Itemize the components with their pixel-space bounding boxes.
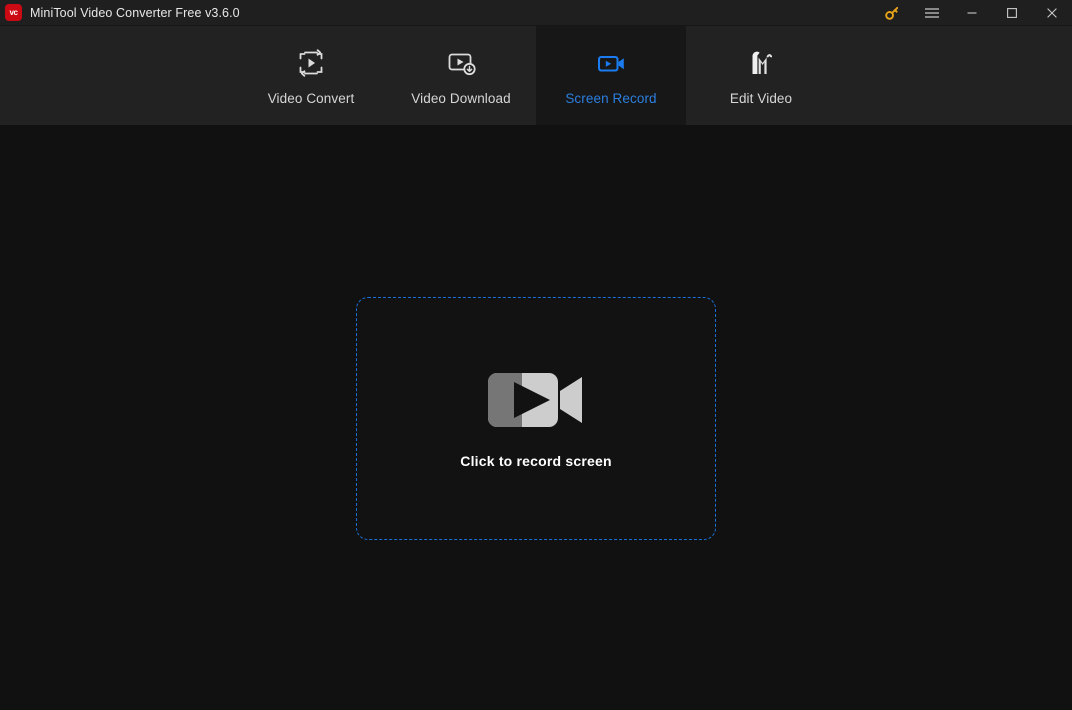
maximize-button[interactable] <box>992 0 1032 26</box>
window-title: MiniTool Video Converter Free v3.6.0 <box>30 6 240 20</box>
app-logo-icon: vc <box>5 4 22 21</box>
main-navigation-tabs: Video Convert Video Download Screen Reco… <box>0 26 1072 125</box>
video-camera-icon <box>486 369 586 431</box>
tab-video-convert[interactable]: Video Convert <box>236 26 386 125</box>
key-icon-glyph <box>883 4 901 22</box>
moviemaker-m-icon <box>744 43 778 83</box>
key-icon[interactable] <box>872 0 912 26</box>
main-content-area: Click to record screen <box>0 125 1072 710</box>
tab-video-download[interactable]: Video Download <box>386 26 536 125</box>
convert-icon <box>294 43 328 83</box>
minimize-icon <box>966 7 978 19</box>
camcorder-icon-glyph <box>594 48 628 78</box>
convert-icon-glyph <box>294 48 328 78</box>
record-screen-dropzone[interactable]: Click to record screen <box>356 297 716 540</box>
video-camera-icon-glyph <box>486 369 586 431</box>
tab-edit-video[interactable]: Edit Video <box>686 26 836 125</box>
tab-label: Edit Video <box>730 91 792 106</box>
title-bar: vc MiniTool Video Converter Free v3.6.0 <box>0 0 1072 26</box>
tab-label: Video Download <box>411 91 510 106</box>
tab-label: Video Convert <box>268 91 355 106</box>
maximize-icon <box>1006 7 1018 19</box>
window-controls <box>872 0 1072 26</box>
hamburger-menu-icon-glyph <box>923 4 941 22</box>
tab-screen-record[interactable]: Screen Record <box>536 26 686 125</box>
camcorder-icon <box>594 43 628 83</box>
tab-label: Screen Record <box>565 91 656 106</box>
close-button[interactable] <box>1032 0 1072 26</box>
dropzone-label: Click to record screen <box>460 453 611 469</box>
hamburger-menu-icon[interactable] <box>912 0 952 26</box>
minimize-button[interactable] <box>952 0 992 26</box>
app-logo-text: vc <box>10 9 18 17</box>
download-icon-glyph <box>444 48 478 78</box>
download-icon <box>444 43 478 83</box>
close-icon <box>1046 7 1058 19</box>
moviemaker-m-icon-glyph <box>744 48 778 78</box>
